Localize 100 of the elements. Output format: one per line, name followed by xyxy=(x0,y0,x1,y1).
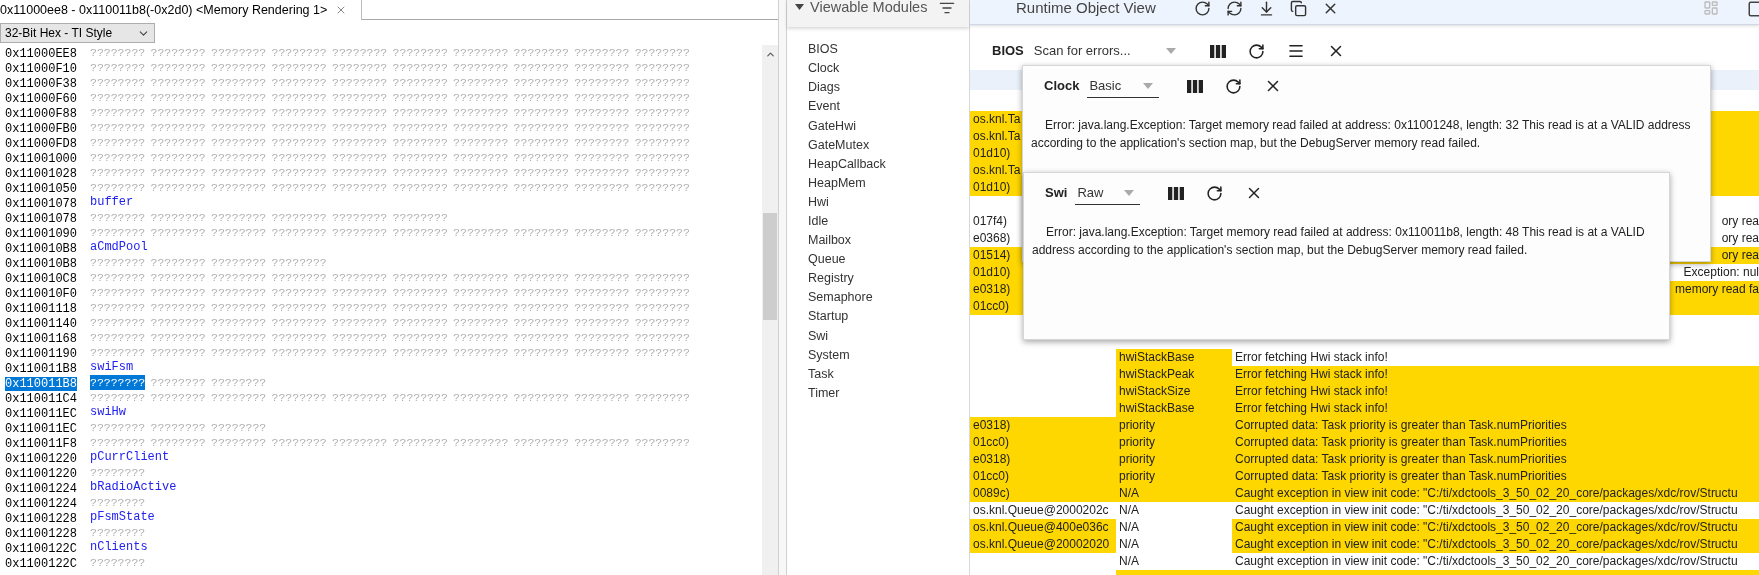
module-item[interactable]: Swi xyxy=(808,326,969,346)
columns-icon[interactable] xyxy=(1187,79,1204,93)
view-select[interactable]: Scan for errors... xyxy=(1031,39,1182,63)
memory-address: 0x11001228 xyxy=(5,526,77,541)
memory-value: ???????? xyxy=(634,135,690,150)
memory-address: 0x11001220 xyxy=(5,466,77,481)
module-item[interactable]: GateHwi xyxy=(808,116,969,136)
memory-value: ???????? xyxy=(574,390,630,405)
view-select[interactable]: Raw xyxy=(1075,181,1141,205)
table-cell: Corrupted data: Task priority is greater than Task.numPriorities xyxy=(1232,434,1759,451)
table-cell: hwiStackPeak xyxy=(1116,366,1232,383)
view-select[interactable]: Basic xyxy=(1087,74,1160,98)
memory-value: ???????? xyxy=(513,315,569,330)
memory-value: ???????? xyxy=(90,555,146,570)
symbol-label: aCmdPool xyxy=(90,240,148,255)
table-cell: priority xyxy=(1116,417,1232,434)
memory-value: ???????? xyxy=(513,225,569,240)
module-item[interactable]: Timer xyxy=(808,383,969,403)
memory-value: ???????? xyxy=(332,165,388,180)
memory-value: ???????? xyxy=(150,315,206,330)
memory-value: ???????? xyxy=(332,300,388,315)
memory-value: ???????? xyxy=(332,135,388,150)
refresh-icon[interactable] xyxy=(1225,77,1243,95)
memory-address: 0x11001168 xyxy=(5,331,77,346)
memory-value: ???????? xyxy=(453,315,509,330)
filter-icon[interactable] xyxy=(939,0,955,16)
format-select[interactable]: 32-Bit Hex - TI Style xyxy=(0,23,155,43)
memory-value: ???????? xyxy=(271,105,327,120)
memory-value: ???????? xyxy=(392,90,448,105)
memory-value: ???????? xyxy=(211,60,267,75)
module-item[interactable]: Diags xyxy=(808,78,969,98)
memory-value: ???????? xyxy=(90,465,146,480)
memory-value: ???????? xyxy=(453,105,509,120)
refresh-icon[interactable] xyxy=(1193,0,1211,17)
menu-icon[interactable] xyxy=(1286,42,1305,60)
module-item[interactable]: GateMutex xyxy=(808,135,969,155)
memory-value: ???????? xyxy=(211,435,267,450)
memory-value: ???????? xyxy=(453,180,509,195)
table-cell: priority xyxy=(1116,468,1232,485)
memory-value: ???????? xyxy=(392,75,448,90)
module-item[interactable]: Semaphore xyxy=(808,288,969,308)
memory-value: ???????? xyxy=(453,120,509,135)
memory-value: ???????? xyxy=(392,135,448,150)
symbol-label: buffer xyxy=(90,195,134,210)
refresh-icon[interactable] xyxy=(1247,42,1265,60)
columns-icon[interactable] xyxy=(1209,44,1226,58)
memory-value: ???????? xyxy=(90,60,146,75)
module-item[interactable]: Idle xyxy=(808,211,969,231)
memory-value: ???????? xyxy=(90,330,146,345)
memory-value: ???????? xyxy=(271,435,327,450)
memory-value: ???????? xyxy=(150,375,206,390)
refresh-icon[interactable] xyxy=(1206,184,1224,202)
memory-value: ???????? xyxy=(211,285,267,300)
columns-icon[interactable] xyxy=(1168,186,1185,200)
panel-title: Viewable Modules xyxy=(810,0,928,15)
module-item[interactable]: HeapCallback xyxy=(808,154,969,174)
scrollbar[interactable] xyxy=(762,45,778,575)
table-cell: hwiStackSize xyxy=(1116,383,1232,400)
table-cell: os.knl.Queue@400e036c xyxy=(970,519,1116,536)
memory-value: ???????? xyxy=(453,270,509,285)
sync-icon[interactable] xyxy=(1225,0,1243,17)
dropdown-caret-icon xyxy=(1143,82,1154,89)
memory-tab[interactable]: 0x11000ee8 - 0x110011b8(-0x2d0) <Memory Rendering 1> xyxy=(0,0,363,20)
module-item[interactable]: BIOS xyxy=(808,40,969,60)
memory-value: ???????? xyxy=(392,165,448,180)
module-item[interactable]: HeapMem xyxy=(808,173,969,193)
module-item[interactable]: Task xyxy=(808,364,969,384)
module-item[interactable]: Hwi xyxy=(808,192,969,212)
module-item[interactable]: Registry xyxy=(808,269,969,289)
module-item[interactable]: Startup xyxy=(808,307,969,327)
memory-value: ???????? xyxy=(392,345,448,360)
memory-value: ???????? xyxy=(150,435,206,450)
memory-address: 0x110011EC xyxy=(5,421,77,436)
memory-value: ???????? xyxy=(90,435,146,450)
module-item[interactable]: System xyxy=(808,345,969,365)
memory-value: ???????? xyxy=(150,45,206,60)
memory-value: ???????? xyxy=(211,165,267,180)
memory-value: ???????? xyxy=(211,105,267,120)
module-item[interactable]: Clock xyxy=(808,59,969,79)
copy-icon[interactable] xyxy=(1289,0,1307,17)
memory-value: ???????? xyxy=(392,225,448,240)
scrollbar-thumb[interactable] xyxy=(763,213,777,320)
dropdown-caret-icon xyxy=(1165,48,1176,54)
memory-address: 0x11000FD8 xyxy=(5,136,77,151)
memory-value: ???????? xyxy=(90,105,146,120)
memory-value: ???????? xyxy=(271,180,327,195)
module-item[interactable]: Queue xyxy=(808,250,969,270)
table-cell: Corrupted data: Task priority is greater than Task.numPriorities xyxy=(1232,468,1759,485)
memory-value: ???????? xyxy=(150,270,206,285)
memory-value: ???????? xyxy=(574,165,630,180)
memory-value: ???????? xyxy=(453,345,509,360)
memory-address: 0x11001000 xyxy=(5,151,77,166)
memory-value: ???????? xyxy=(271,135,327,150)
module-item[interactable]: Mailbox xyxy=(808,230,969,251)
memory-value: ???????? xyxy=(150,420,206,435)
module-item[interactable]: Event xyxy=(808,97,969,117)
caret-down-icon[interactable] xyxy=(795,4,804,10)
memory-address: 0x11000FB0 xyxy=(5,121,77,136)
memory-value: ???????? xyxy=(150,345,206,360)
memory-value: ???????? xyxy=(90,255,146,270)
